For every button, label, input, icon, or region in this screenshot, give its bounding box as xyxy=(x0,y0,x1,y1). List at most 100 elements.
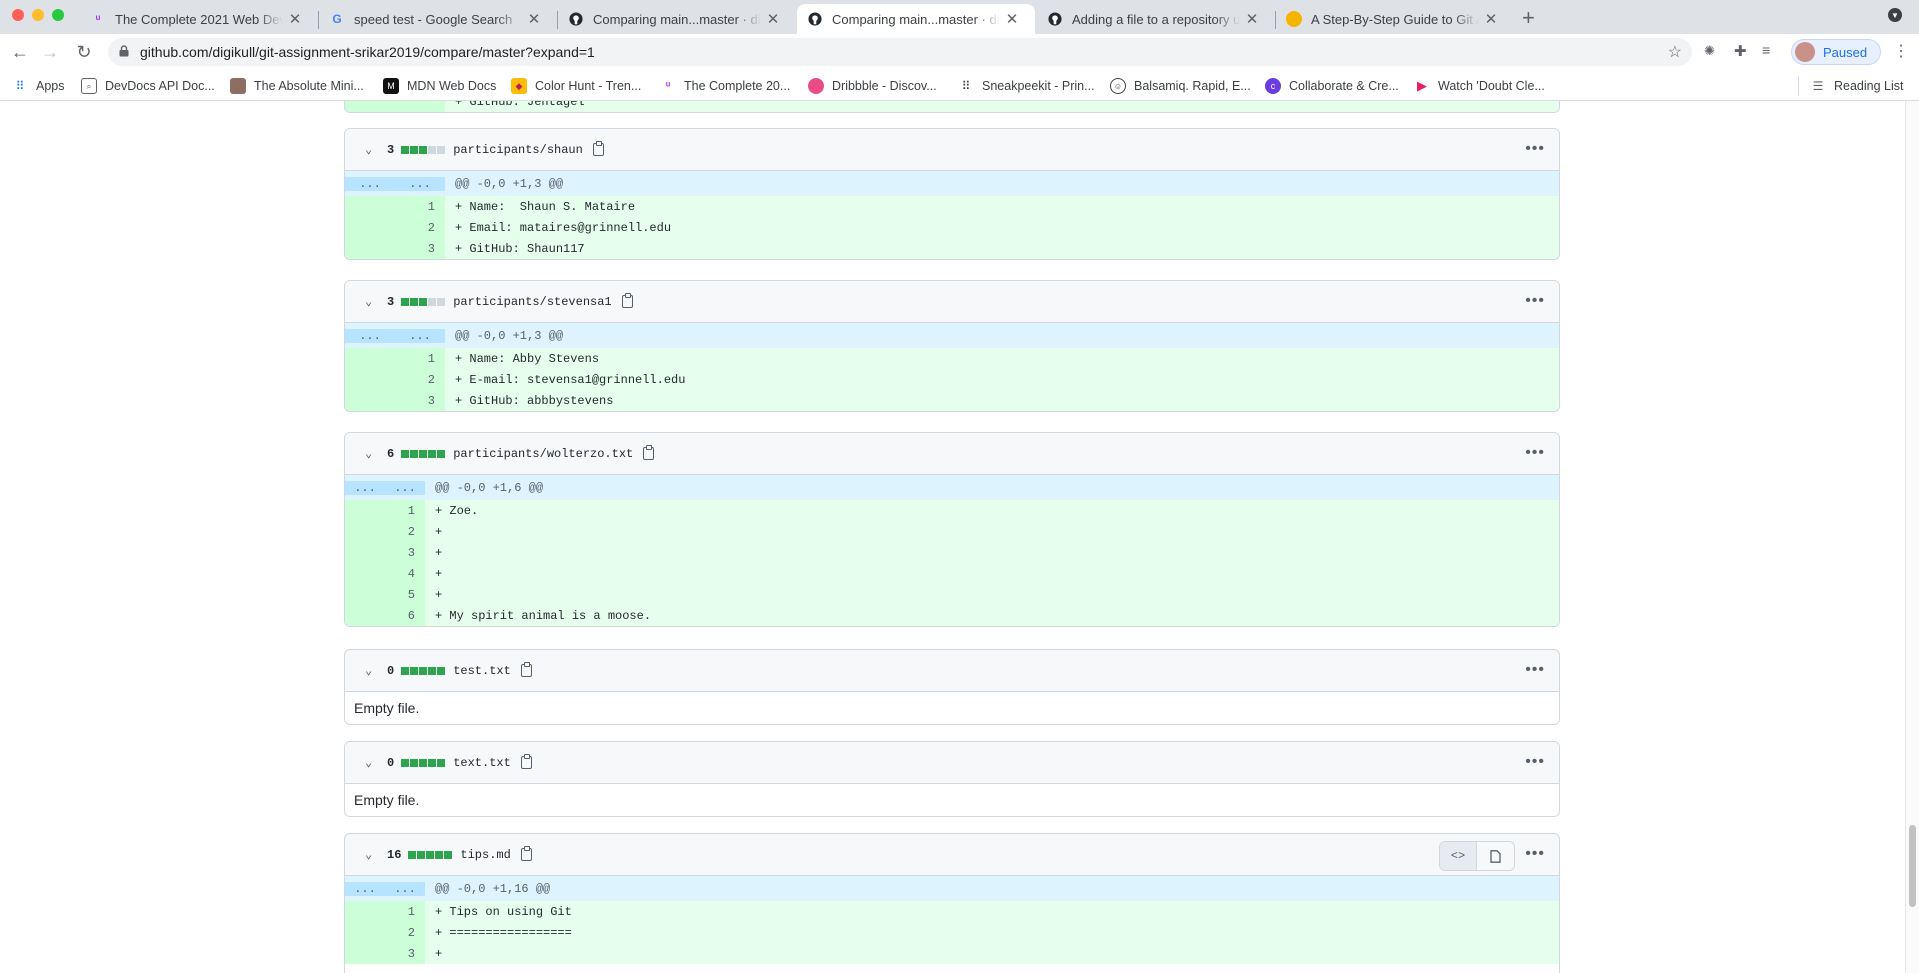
bookmark-item[interactable]: The Absolute Mini... xyxy=(230,76,364,96)
file-header: ⌄ 3 participants/stevensa1 ••• xyxy=(345,281,1559,323)
more-options-icon[interactable]: ••• xyxy=(1525,845,1545,863)
bookmark-item[interactable]: ☺ Balsamiq. Rapid, E... xyxy=(1110,76,1251,96)
copy-path-icon[interactable] xyxy=(520,846,532,861)
bookmark-item[interactable]: ⌕ DevDocs API Doc... xyxy=(81,76,215,96)
expand-down-button[interactable]: ... xyxy=(395,328,445,343)
close-window-button[interactable] xyxy=(12,9,24,21)
page-content: + GitHub: Jentagel ⌄ 3 participants/shau… xyxy=(0,101,1919,973)
diff-line: 2 + xyxy=(345,521,1559,542)
diffstat-added-block xyxy=(419,449,428,458)
new-tab-button[interactable]: + xyxy=(1522,5,1535,31)
diffstat-added-block xyxy=(401,666,410,675)
diffstat-added-block xyxy=(437,449,446,458)
more-options-icon[interactable]: ••• xyxy=(1525,444,1545,462)
reload-icon[interactable]: ↻ xyxy=(72,40,96,64)
extensions-puzzle-icon[interactable]: ✚ xyxy=(1734,42,1747,60)
bookmark-item[interactable]: ◆ Color Hunt - Tren... xyxy=(511,76,641,96)
browser-tab[interactable]: Adding a file to a repository us ✕ xyxy=(1037,4,1275,34)
hunk-header: ... ... @@ -0,0 +1,16 @@ xyxy=(345,876,1559,901)
diffstat-neutral-block xyxy=(428,297,437,306)
media-control-icon[interactable]: ≡ xyxy=(1762,42,1770,58)
diff-file: ⌄ 0 text.txt ••• Empty file. xyxy=(344,741,1560,817)
browser-tab[interactable]: A Step-By-Step Guide to Git A ✕ xyxy=(1276,4,1514,34)
close-tab-icon[interactable]: ✕ xyxy=(1004,10,1020,28)
copy-path-icon[interactable] xyxy=(520,662,532,677)
chevron-down-icon[interactable]: ⌄ xyxy=(365,847,379,862)
diff-line: 1 + Tips on using Git xyxy=(345,901,1559,922)
diffstat-neutral-block xyxy=(428,145,437,154)
change-count: 3 xyxy=(387,142,395,157)
copy-path-icon[interactable] xyxy=(592,141,604,156)
chevron-down-icon[interactable]: ⌄ xyxy=(365,142,379,157)
expand-up-button[interactable]: ... xyxy=(345,881,385,896)
udemy-icon: ᵘ xyxy=(665,80,671,92)
close-tab-icon[interactable]: ✕ xyxy=(526,10,542,28)
expand-down-button[interactable]: ... xyxy=(385,881,425,896)
file-name[interactable]: participants/shaun xyxy=(453,143,583,157)
file-name[interactable]: test.txt xyxy=(453,664,511,678)
diff-line: 3 + xyxy=(345,943,1559,964)
chevron-down-icon[interactable]: ⌄ xyxy=(365,294,379,309)
bookmark-item[interactable]: ᵘ The Complete 20... xyxy=(660,76,790,96)
page-scrollbar[interactable] xyxy=(1905,101,1919,973)
reading-list-icon: ☰ xyxy=(1812,79,1824,93)
bookmarks-divider xyxy=(1798,76,1799,96)
bookmark-item[interactable]: c Collaborate & Cre... xyxy=(1265,76,1399,96)
lock-icon xyxy=(119,44,129,57)
diff-line: 2 + E-mail: stevensa1@grinnell.edu xyxy=(345,369,1559,390)
bookmark-item[interactable]: ▶ Watch 'Doubt Cle... xyxy=(1414,76,1545,96)
expand-down-button[interactable]: ... xyxy=(385,480,425,495)
forward-icon[interactable]: → xyxy=(38,40,62,64)
file-header: ⌄ 0 test.txt ••• xyxy=(345,650,1559,692)
file-name[interactable]: text.txt xyxy=(453,756,511,770)
more-options-icon[interactable]: ••• xyxy=(1525,661,1545,679)
expand-up-button[interactable]: ... xyxy=(345,176,395,191)
bookmark-item[interactable]: M MDN Web Docs xyxy=(383,76,496,96)
expand-up-button[interactable]: ... xyxy=(345,328,395,343)
browser-tab-active[interactable]: Comparing main...master · digi ✕ xyxy=(797,4,1035,34)
bookmark-item[interactable]: ⠿ Sneakpeekit - Prin... xyxy=(958,76,1095,96)
browser-tab[interactable]: ᵘ The Complete 2021 Web Devel ✕ xyxy=(80,4,318,34)
file-name[interactable]: participants/wolterzo.txt xyxy=(453,447,633,461)
diff-file-partial: + GitHub: Jentagel xyxy=(344,101,1560,113)
copy-path-icon[interactable] xyxy=(621,293,633,308)
empty-file-message: Empty file. xyxy=(354,700,420,716)
diff-line: 4 + xyxy=(345,563,1559,584)
bookmark-star-icon[interactable]: ☆ xyxy=(1668,42,1682,62)
browser-tab[interactable]: G speed test - Google Search ✕ xyxy=(319,4,557,34)
more-options-icon[interactable]: ••• xyxy=(1525,753,1545,771)
file-name[interactable]: tips.md xyxy=(460,848,510,862)
close-tab-icon[interactable]: ✕ xyxy=(1483,10,1499,28)
tab-search-icon[interactable]: ▼ xyxy=(1888,8,1902,22)
back-icon[interactable]: ← xyxy=(8,40,32,64)
address-bar[interactable]: github.com/digikull/git-assignment-srika… xyxy=(108,38,1692,66)
minimize-window-button[interactable] xyxy=(32,9,44,21)
expand-up-button[interactable]: ... xyxy=(345,480,385,495)
zoom-window-button[interactable] xyxy=(52,9,64,21)
close-tab-icon[interactable]: ✕ xyxy=(287,10,303,28)
file-name[interactable]: participants/stevensa1 xyxy=(453,295,611,309)
diffstat-added-block xyxy=(426,850,435,859)
chevron-down-icon[interactable]: ⌄ xyxy=(365,755,379,770)
browser-menu-icon[interactable]: ⋮ xyxy=(1893,41,1909,61)
copy-path-icon[interactable] xyxy=(520,754,532,769)
bookmark-apps[interactable]: ⠿ Apps xyxy=(12,76,65,96)
file-icon[interactable] xyxy=(1477,842,1514,870)
github-icon xyxy=(1047,11,1063,27)
copy-path-icon[interactable] xyxy=(643,445,655,460)
more-options-icon[interactable]: ••• xyxy=(1525,292,1545,310)
reading-list-button[interactable]: ☰ Reading List xyxy=(1810,76,1904,96)
profile-button[interactable]: Paused xyxy=(1791,39,1881,65)
more-options-icon[interactable]: ••• xyxy=(1525,140,1545,158)
expand-down-button[interactable]: ... xyxy=(395,176,445,191)
bookmark-item[interactable]: Dribbble - Discov... xyxy=(808,76,937,96)
code-icon[interactable]: <> xyxy=(1440,842,1477,870)
chevron-down-icon[interactable]: ⌄ xyxy=(365,446,379,461)
scrollbar-thumb[interactable] xyxy=(1909,825,1916,907)
close-tab-icon[interactable]: ✕ xyxy=(765,10,781,28)
diffstat-added-block xyxy=(428,758,437,767)
browser-tab[interactable]: Comparing main...master · digi ✕ xyxy=(558,4,796,34)
close-tab-icon[interactable]: ✕ xyxy=(1244,10,1260,28)
extension-bug-icon[interactable]: ✺ xyxy=(1704,43,1722,61)
chevron-down-icon[interactable]: ⌄ xyxy=(365,663,379,678)
